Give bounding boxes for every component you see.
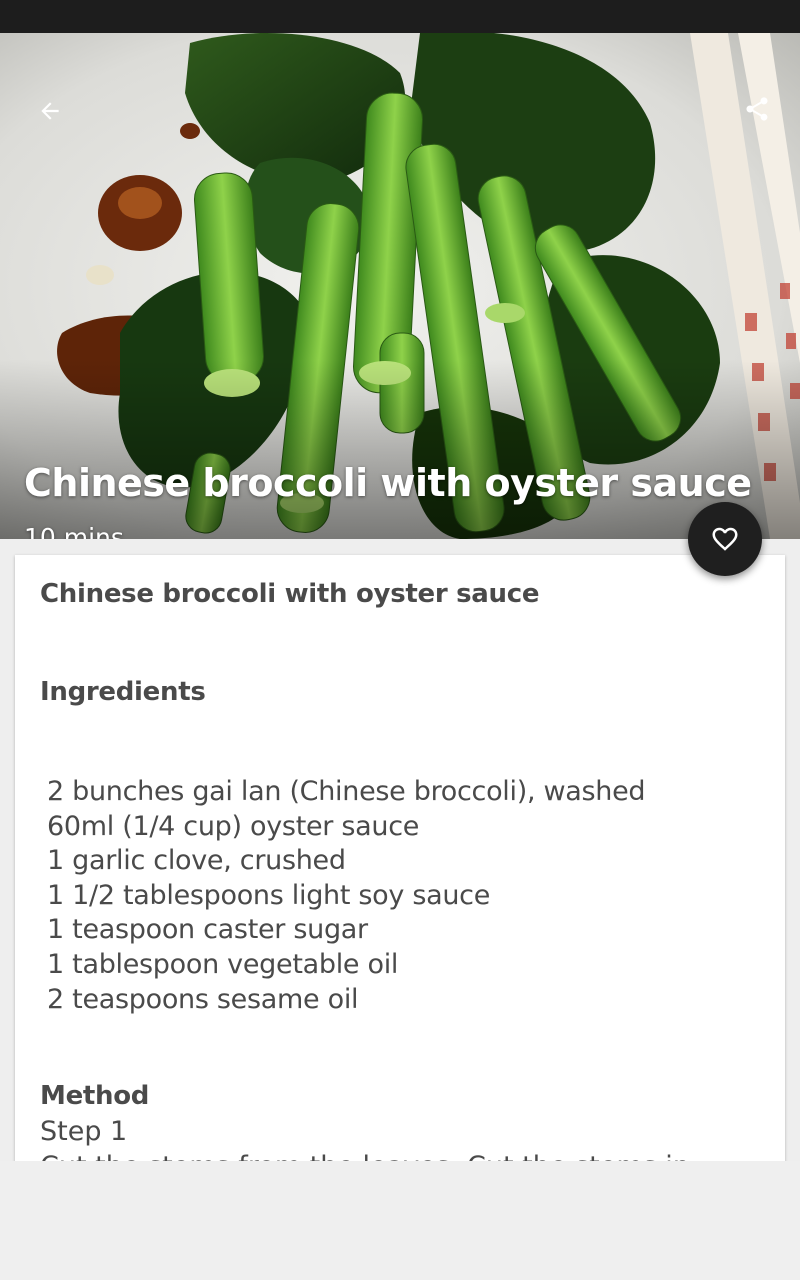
arrow-left-icon <box>41 102 59 120</box>
ingredient-item: 2 bunches gai lan (Chinese broccoli), wa… <box>47 776 646 807</box>
bottom-area <box>0 1161 800 1280</box>
ingredient-item: 1 tablespoon vegetable oil <box>47 948 399 980</box>
favorite-button[interactable] <box>688 502 762 576</box>
ingredient-list: 2 bunches gai lan (Chinese broccoli), wa… <box>47 775 646 1017</box>
recipe-card: Chinese broccoli with oyster sauce Ingre… <box>15 555 785 1175</box>
share-icon <box>746 97 768 121</box>
back-button[interactable] <box>28 89 72 133</box>
ingredient-item: 2 teaspoons sesame oil <box>47 983 359 1015</box>
recipe-title: Chinese broccoli with oyster sauce <box>40 579 540 609</box>
share-button[interactable] <box>734 86 780 132</box>
cook-time: 10 mins. <box>24 523 132 539</box>
hero-title: Chinese broccoli with oyster sauce <box>24 461 752 505</box>
ingredients-heading: Ingredients <box>40 677 206 707</box>
status-bar <box>0 0 800 33</box>
heart-outline-icon <box>712 527 738 551</box>
ingredient-item: 1 teaspoon caster sugar <box>47 914 368 946</box>
ingredient-item: 60ml (1/4 cup) oyster sauce <box>47 810 420 842</box>
step-label: Step 1 <box>40 1116 128 1147</box>
hero-image: Chinese broccoli with oyster sauce 10 mi… <box>0 33 800 539</box>
ingredient-item: 1 1/2 tablespoons light soy sauce <box>47 879 491 911</box>
method-heading: Method <box>40 1081 150 1111</box>
ingredient-item: 1 garlic clove, crushed <box>47 845 346 877</box>
hero-gradient <box>0 359 800 539</box>
